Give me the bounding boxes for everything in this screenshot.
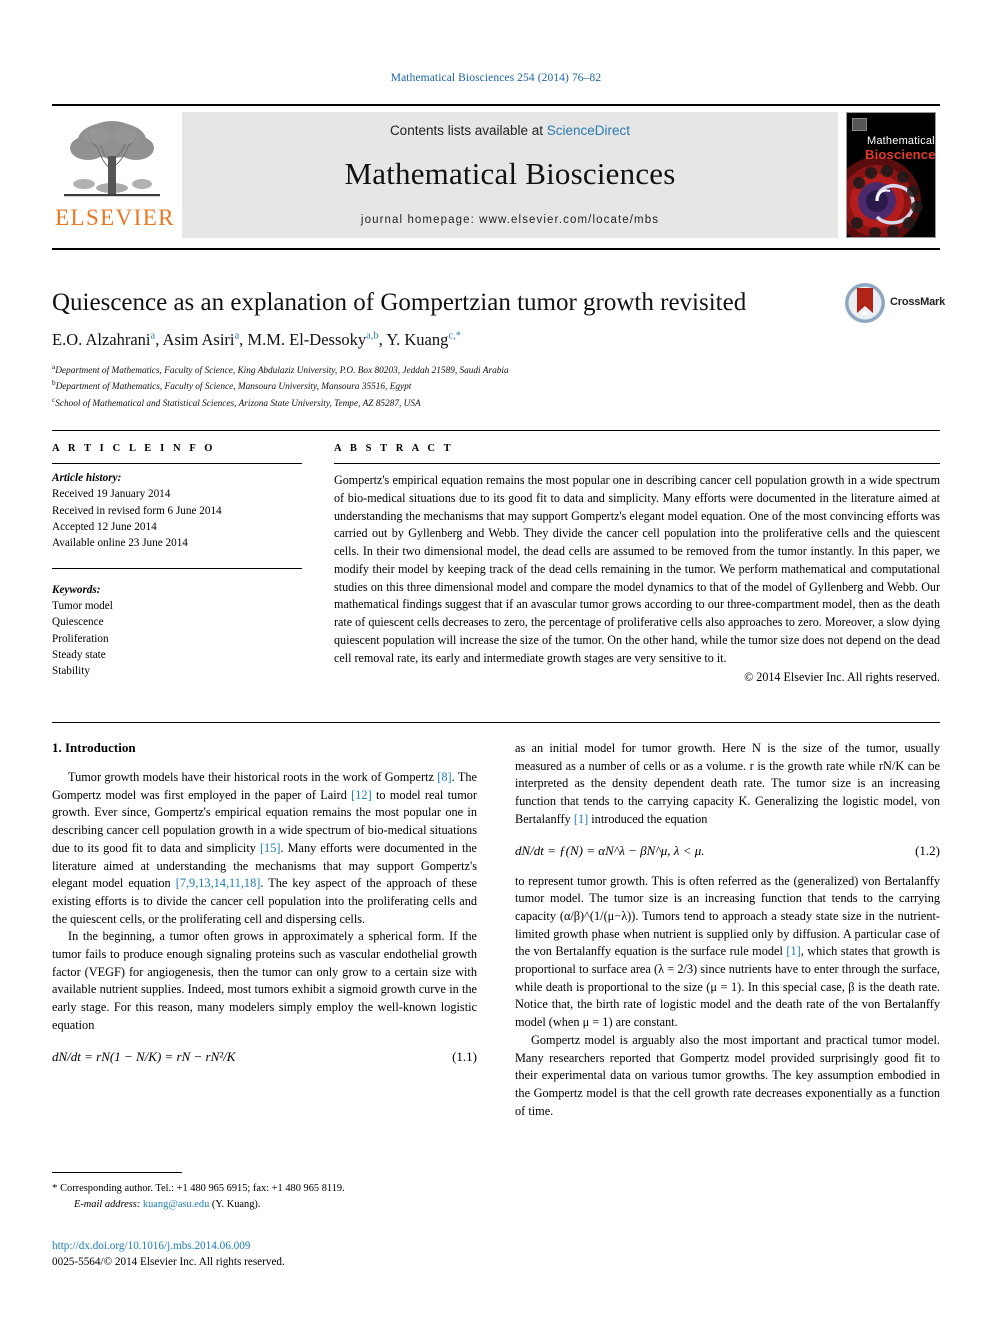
citation-15[interactable]: [15]	[260, 841, 281, 855]
elsevier-tree-icon	[58, 118, 166, 204]
abstract-rights: © 2014 Elsevier Inc. All rights reserved…	[744, 670, 940, 685]
affiliation-item: aDepartment of Mathematics, Faculty of S…	[52, 362, 509, 376]
journal-band: Contents lists available at ScienceDirec…	[182, 112, 838, 238]
running-head: Mathematical Biosciences 254 (2014) 76–8…	[390, 72, 602, 84]
body-top-rule	[52, 722, 940, 723]
equation-1-2: dN/dt = ƒ(N) = αN^λ − βN^μ, λ < μ. (1.2)	[515, 843, 940, 859]
history-item: Accepted 12 June 2014	[52, 521, 157, 534]
article-info-heading: A R T I C L E I N F O	[52, 443, 216, 454]
paragraph-intro-1: Tumor growth models have their historica…	[52, 770, 477, 926]
keywords-label: Keywords:	[52, 583, 101, 596]
paragraph-right-1: as an initial model for tumor growth. He…	[515, 741, 940, 826]
footnote-block: * Corresponding author. Tel.: +1 480 965…	[52, 1172, 477, 1212]
page-title: Quiescence as an explanation of Gompertz…	[52, 289, 747, 316]
journal-masthead: ELSEVIER Contents lists available at Sci…	[52, 104, 940, 238]
elsevier-wordmark: ELSEVIER	[55, 205, 175, 230]
citation-8[interactable]: [8]	[437, 770, 451, 784]
equation-1-1: dN/dt = rN(1 − N/K) = rN − rN²/K (1.1)	[52, 1049, 477, 1065]
affiliation-list: aDepartment of Mathematics, Faculty of S…	[52, 362, 940, 413]
equation-1-2-body: dN/dt = ƒ(N) = αN^λ − βN^μ, λ < μ.	[515, 842, 705, 858]
citation-1-second[interactable]: [1]	[786, 944, 800, 958]
cover-logo-badge	[852, 118, 867, 131]
elsevier-logo: ELSEVIER	[52, 112, 176, 238]
body-column-right: as an initial model for tumor growth. He…	[515, 740, 940, 1120]
contents-line: Contents lists available at ScienceDirec…	[182, 123, 838, 138]
crossmark-icon	[845, 283, 885, 323]
author-list: E.O. Alzahrania, Asim Asiria, M.M. El-De…	[52, 329, 461, 349]
masthead-bottom-rule	[52, 248, 940, 250]
abstract-column: A B S T R A C T Gompertz's empirical equ…	[334, 443, 940, 685]
cover-image: Mathematical Biosciences	[846, 112, 936, 238]
cover-title-line1: Mathematical	[867, 135, 935, 147]
corresponding-author-note: * Corresponding author. Tel.: +1 480 965…	[52, 1182, 345, 1194]
paragraph-right-3: Gompertz model is arguably also the most…	[515, 1032, 940, 1118]
journal-title: Mathematical Biosciences	[344, 156, 676, 191]
paragraph-intro-2: In the beginning, a tumor often grows in…	[52, 929, 477, 1032]
email-link[interactable]: kuang@asu.edu	[143, 1199, 209, 1210]
keyword-item: Stability	[52, 665, 90, 678]
keyword-item: Tumor model	[52, 600, 113, 613]
section-heading-introduction: 1. Introduction	[52, 740, 136, 755]
crossmark-label: CrossMark	[890, 296, 946, 308]
doi-link[interactable]: http://dx.doi.org/10.1016/j.mbs.2014.06.…	[52, 1238, 477, 1254]
keyword-item: Quiescence	[52, 616, 104, 629]
crossmark-badge-group[interactable]: CrossMark	[844, 282, 945, 328]
citation-7-9-13-14-11-18[interactable]: [7,9,13,14,11,18]	[176, 876, 261, 890]
keyword-item: Steady state	[52, 649, 106, 662]
title-block: Quiescence as an explanation of Gompertz…	[52, 283, 945, 413]
article-history-label: Article history:	[52, 472, 122, 484]
history-item: Available online 23 June 2014	[52, 537, 188, 550]
abstract-heading: A B S T R A C T	[334, 443, 454, 454]
equation-1-1-body: dN/dt = rN(1 − N/K) = rN − rN²/K	[52, 1048, 236, 1064]
article-info-column: A R T I C L E I N F O Article history: R…	[52, 443, 302, 685]
paragraph-right-2: to represent tumor growth. This is often…	[515, 873, 941, 1030]
article-history: Article history: Received 19 January 201…	[52, 464, 302, 552]
journal-homepage[interactable]: journal homepage: www.elsevier.com/locat…	[182, 214, 838, 226]
body-columns: 1. Introduction Tumor growth models have…	[52, 740, 940, 1120]
keyword-item: Proliferation	[52, 632, 109, 645]
sciencedirect-link[interactable]: ScienceDirect	[547, 123, 630, 138]
equation-1-1-number: (1.1)	[452, 1048, 477, 1064]
paper-page: Mathematical Biosciences 254 (2014) 76–8…	[0, 0, 992, 1323]
email-note: E-mail address: kuang@asu.edu (Y. Kuang)…	[74, 1198, 261, 1210]
journal-cover-thumbnail: Mathematical Biosciences	[846, 112, 940, 238]
citation-1[interactable]: [1]	[574, 812, 588, 826]
equation-1-2-number: (1.2)	[915, 842, 940, 858]
doi-block: http://dx.doi.org/10.1016/j.mbs.2014.06.…	[52, 1238, 477, 1270]
keywords-block: Keywords: Tumor model Quiescence Prolife…	[52, 567, 302, 680]
email-label: E-mail address:	[74, 1198, 141, 1210]
footnote-rule	[52, 1172, 182, 1173]
history-item: Received in revised form 6 June 2014	[52, 504, 222, 517]
history-item: Received 19 January 2014	[52, 488, 171, 501]
affiliation-item: bDepartment of Mathematics, Faculty of S…	[52, 379, 412, 393]
copyright-line: 0025-5564/© 2014 Elsevier Inc. All right…	[52, 1256, 285, 1269]
body-column-left: 1. Introduction Tumor growth models have…	[52, 740, 477, 1120]
affiliation-item: cSchool of Mathematical and Statistical …	[52, 396, 421, 410]
cover-title-line2: Biosciences	[865, 147, 936, 162]
citation-12[interactable]: [12]	[351, 788, 372, 802]
contents-prefix: Contents lists available at	[389, 123, 547, 138]
abstract-text: Gompertz's empirical equation remains th…	[334, 473, 940, 665]
info-abstract-band: A R T I C L E I N F O Article history: R…	[52, 430, 940, 685]
